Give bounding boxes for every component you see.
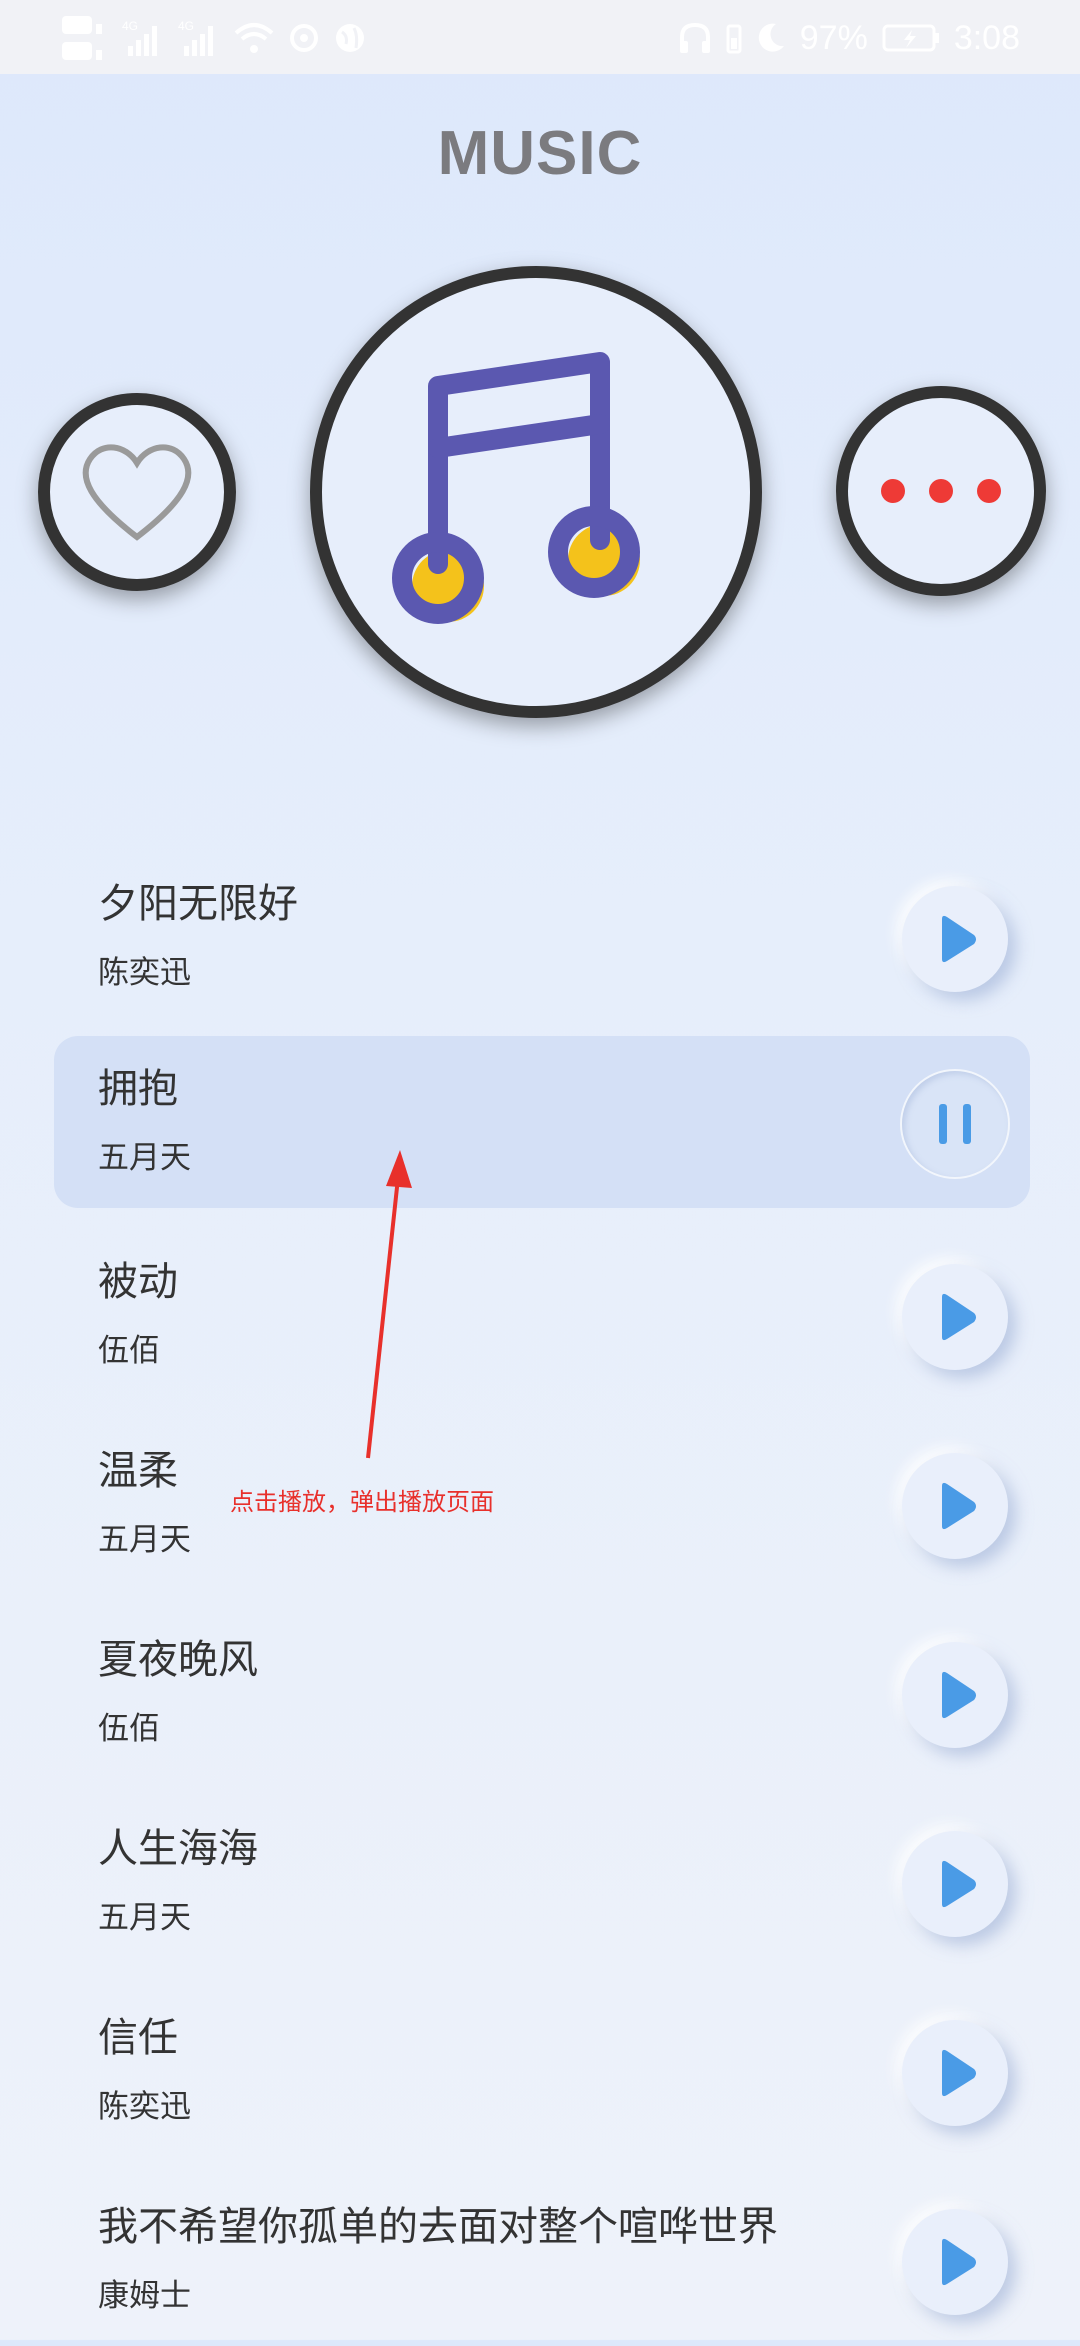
song-item[interactable]: 人生海海 五月天	[54, 1796, 1030, 1968]
song-item[interactable]: 信任 陈奕迅	[54, 1985, 1030, 2157]
globe-icon	[336, 24, 364, 52]
play-button[interactable]	[902, 886, 1008, 992]
status-bar: 4G 4G 97% 3:08	[0, 0, 1080, 74]
play-icon	[942, 1671, 976, 1719]
song-artist: 五月天	[98, 1900, 191, 1936]
song-title: 被动	[98, 1259, 178, 1305]
pause-icon	[939, 1104, 971, 1144]
song-artist: 五月天	[98, 1140, 191, 1176]
svg-text:4G: 4G	[122, 19, 138, 33]
song-title: 温柔	[98, 1448, 178, 1494]
song-artist: 五月天	[98, 1522, 191, 1558]
song-item[interactable]: 我不希望你孤单的去面对整个喧哗世界 康姆士	[54, 2174, 1030, 2346]
song-artist: 伍佰	[98, 1711, 160, 1747]
moon-icon	[758, 23, 784, 52]
battery-percent: 97%	[799, 18, 868, 57]
song-artist: 陈奕迅	[98, 2089, 191, 2125]
play-icon	[942, 1293, 976, 1341]
play-icon	[942, 915, 976, 963]
svg-text:4G: 4G	[178, 19, 194, 33]
status-left-icons: 4G 4G	[60, 10, 366, 66]
play-button[interactable]	[902, 2209, 1008, 2315]
play-icon	[942, 2238, 976, 2286]
play-icon	[942, 2049, 976, 2097]
heart-icon	[82, 444, 192, 541]
4g-signal-icon: 4G	[178, 19, 213, 56]
4g-signal-icon: 4G	[122, 19, 157, 56]
play-button[interactable]	[902, 2020, 1008, 2126]
album-disc[interactable]	[310, 266, 762, 718]
hd-signal-icon	[62, 16, 102, 60]
pause-button[interactable]	[902, 1071, 1008, 1177]
song-title: 夏夜晚风	[98, 1637, 258, 1683]
play-button[interactable]	[902, 1453, 1008, 1559]
battery-icon	[882, 24, 939, 52]
song-title: 我不希望你孤单的去面对整个喧哗世界	[98, 2204, 778, 2250]
song-title: 拥抱	[98, 1066, 178, 1112]
song-title: 夕阳无限好	[98, 881, 298, 927]
more-button[interactable]	[836, 386, 1046, 596]
song-item-active[interactable]: 拥抱 五月天	[54, 1036, 1030, 1208]
song-item[interactable]: 被动 伍佰	[54, 1229, 1030, 1401]
status-time: 3:08	[953, 18, 1020, 57]
song-artist: 陈奕迅	[98, 955, 191, 991]
music-note-icon	[392, 352, 640, 624]
more-dots-icon	[881, 479, 1001, 503]
song-item[interactable]: 夏夜晚风 伍佰	[54, 1607, 1030, 1779]
status-right-icons: 97% 3:08	[678, 10, 1020, 66]
play-icon	[942, 1482, 976, 1530]
sync-icon	[290, 24, 318, 52]
headphones-icon	[679, 22, 710, 53]
play-button[interactable]	[902, 1264, 1008, 1370]
play-button[interactable]	[902, 1642, 1008, 1748]
song-item[interactable]: 夕阳无限好 陈奕迅	[54, 851, 1030, 1023]
wifi-icon	[234, 23, 274, 53]
battery-small-icon	[726, 24, 742, 54]
song-artist: 康姆士	[98, 2278, 191, 2314]
song-title: 人生海海	[98, 1826, 258, 1872]
song-title: 信任	[98, 2015, 178, 2061]
play-icon	[942, 1860, 976, 1908]
annotation-text: 点击播放，弹出播放页面	[230, 1488, 494, 1516]
favorite-button[interactable]	[38, 393, 236, 591]
play-button[interactable]	[902, 1831, 1008, 1937]
page-title: MUSIC	[437, 119, 643, 188]
song-artist: 伍佰	[98, 1333, 160, 1369]
song-item[interactable]: 温柔 五月天	[54, 1418, 1030, 1590]
